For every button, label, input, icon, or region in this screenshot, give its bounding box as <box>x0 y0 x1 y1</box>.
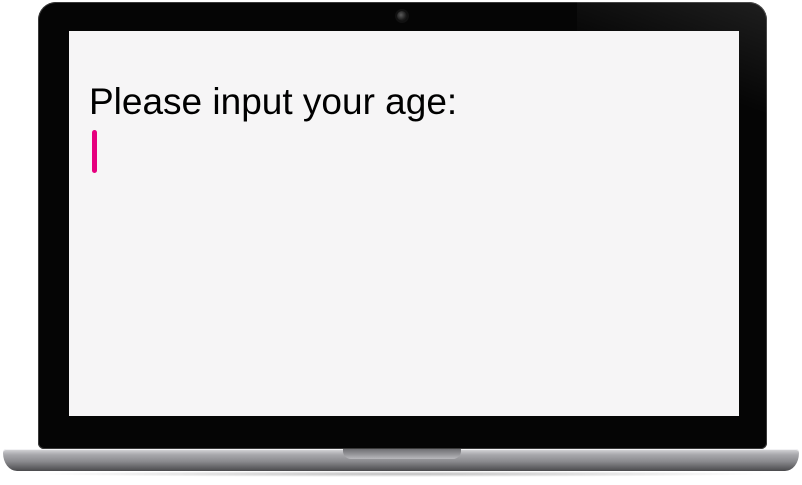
webcam-icon <box>397 11 407 21</box>
text-cursor-icon <box>92 130 97 173</box>
lid-opening-notch <box>343 449 461 459</box>
age-input[interactable] <box>89 127 689 175</box>
laptop-lid: Please input your age: <box>38 2 767 449</box>
laptop-mockup: Please input your age: <box>0 0 802 485</box>
laptop-shadow <box>30 471 772 477</box>
laptop-screen: Please input your age: <box>69 31 739 416</box>
age-prompt-label: Please input your age: <box>89 81 458 122</box>
